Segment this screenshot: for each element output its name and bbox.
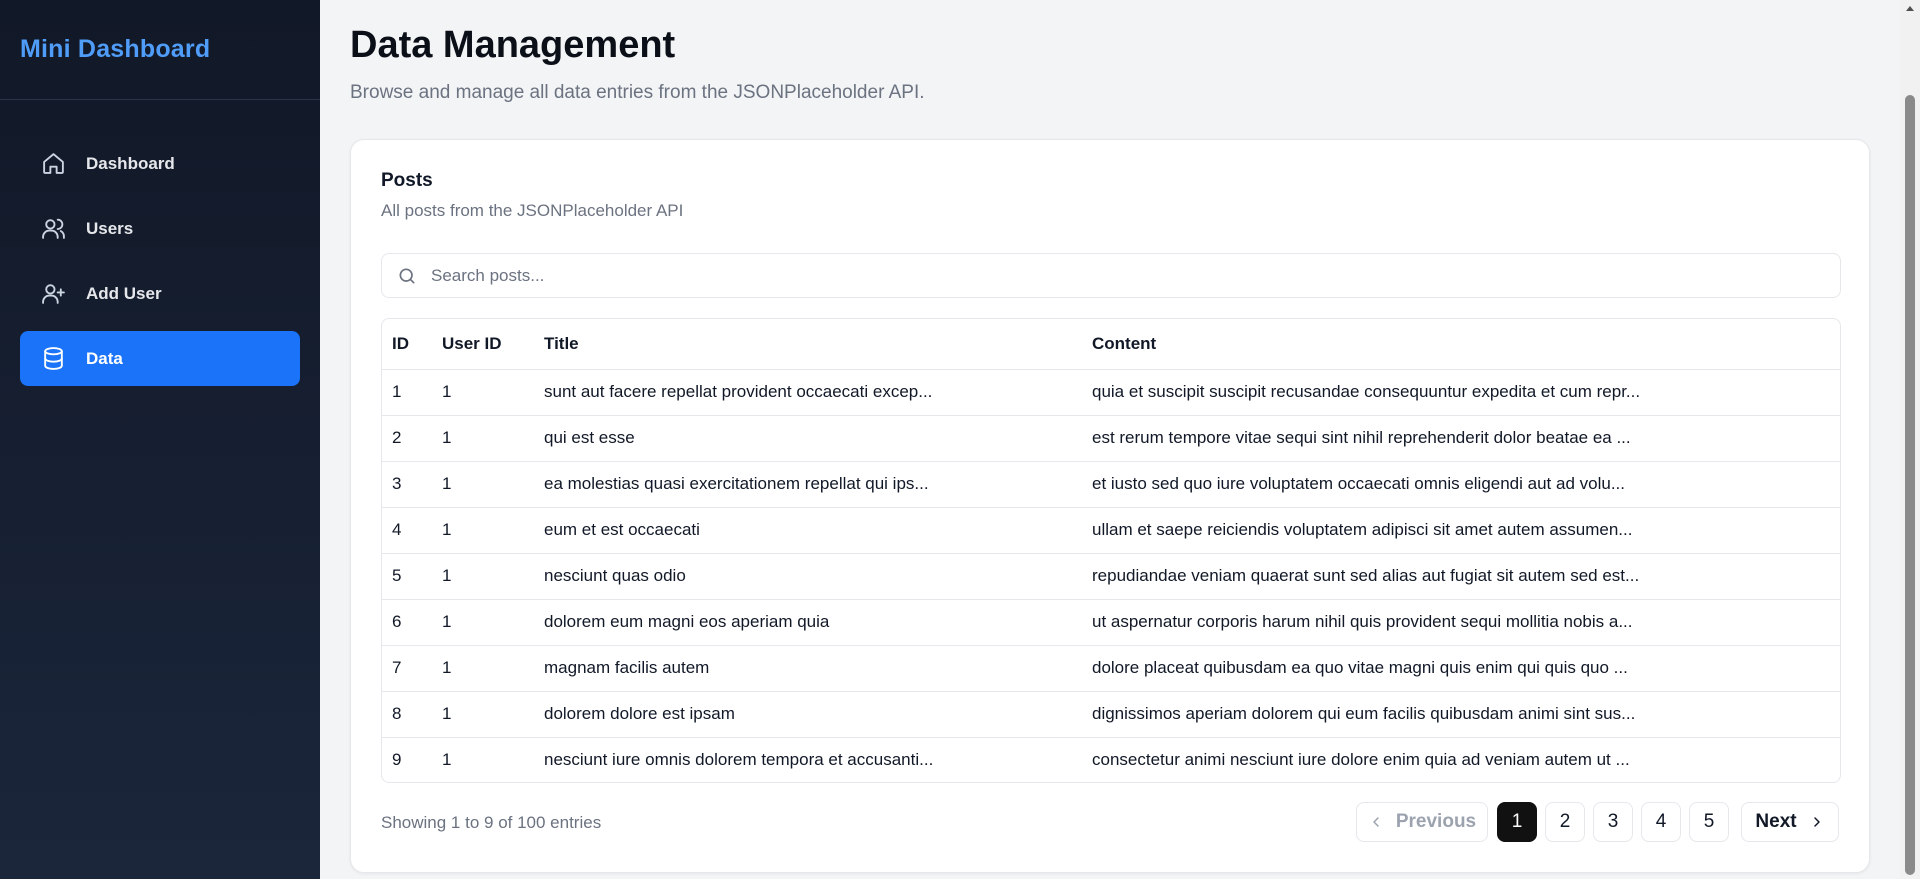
cell-id: 2: [382, 415, 432, 462]
posts-table-container: ID User ID Title Content 1 1 sunt aut face…: [381, 318, 1841, 783]
users-icon: [40, 216, 66, 242]
pagination: Previous 1 2 3 4 5 Next: [1356, 802, 1839, 842]
cell-user-id: 1: [432, 507, 534, 554]
scroll-up-arrow-icon[interactable]: [1906, 6, 1914, 11]
page-button-5[interactable]: 5: [1689, 802, 1729, 842]
next-label: Next: [1755, 811, 1797, 832]
cell-title: eum et est occaecati: [534, 507, 1082, 554]
cell-user-id: 1: [432, 415, 534, 462]
table-row[interactable]: 5 1 nesciunt quas odio repudiandae veniam q…: [382, 553, 1840, 600]
main-content: Data Management Browse and manage all da…: [320, 0, 1900, 879]
sidebar-item-label: Data: [86, 348, 123, 368]
cell-content: ut aspernatur corporis harum nihil quis …: [1082, 599, 1840, 646]
page-subtitle: Browse and manage all data entries from …: [350, 82, 925, 103]
sidebar-nav: Dashboard Users Add User Data: [0, 100, 320, 386]
table-row[interactable]: 4 1 eum et est occaecati ullam et saepe rei…: [382, 507, 1840, 554]
database-icon: [40, 346, 66, 372]
page-button-3[interactable]: 3: [1593, 802, 1633, 842]
cell-user-id: 1: [432, 369, 534, 416]
cell-content: consectetur animi nesciunt iure dolore e…: [1092, 750, 1630, 770]
cell-title: ea molestias quasi exercitationem repell…: [534, 461, 1082, 508]
page-title: Data Management: [350, 24, 676, 66]
cell-id: 8: [382, 691, 432, 738]
previous-label: Previous: [1395, 811, 1477, 832]
cell-id: 1: [382, 369, 432, 416]
cell-user-id: 1: [432, 553, 534, 600]
sidebar-item-data[interactable]: Data: [20, 331, 300, 386]
cell-id: 4: [382, 507, 432, 554]
chevron-right-icon: [1813, 817, 1820, 827]
sidebar-item-label: Users: [86, 218, 134, 238]
cell-id: 7: [382, 645, 432, 692]
table-header-row: ID User ID Title Content: [382, 319, 1840, 370]
sidebar-item-users[interactable]: Users: [20, 201, 300, 256]
sidebar-item-label: Add User: [86, 283, 162, 303]
search-icon: [397, 266, 417, 286]
column-header-id[interactable]: ID: [382, 319, 432, 370]
home-icon: [40, 151, 66, 177]
card-title: Posts: [381, 170, 433, 191]
cell-user-id: 1: [432, 691, 534, 738]
cell-title: qui est esse: [534, 415, 1082, 462]
page-button-2[interactable]: 2: [1545, 802, 1585, 842]
cell-content: dignissimos aperiam dolorem qui eum faci…: [1082, 691, 1840, 738]
column-header-content[interactable]: Content: [1082, 319, 1840, 370]
sidebar: Mini Dashboard Dashboard Users Add User …: [0, 0, 320, 879]
table-row[interactable]: 6 1 dolorem eum magni eos aperiam quia ut a…: [382, 599, 1840, 646]
brand: Mini Dashboard: [0, 0, 320, 100]
card-subtitle: All posts from the JSONPlaceholder API: [381, 201, 684, 220]
table-row[interactable]: 8 1 dolorem dolore est ipsam dignissimos ap…: [382, 691, 1840, 738]
next-page-button[interactable]: Next: [1741, 802, 1839, 842]
chevron-left-icon: [1373, 817, 1379, 827]
cell-title: dolorem dolore est ipsam: [534, 691, 1082, 738]
column-header-user-id[interactable]: User ID: [432, 319, 534, 370]
cell-id: 5: [382, 553, 432, 600]
cell-title: nesciunt iure omnis dolorem tempora et a…: [544, 750, 934, 770]
cell-title: nesciunt quas odio: [534, 553, 1082, 600]
sidebar-item-dashboard[interactable]: Dashboard: [20, 136, 300, 191]
table-row[interactable]: 1 1 sunt aut facere repellat provident occ…: [382, 369, 1840, 416]
posts-card: Posts All posts from the JSONPlaceholder…: [350, 139, 1870, 873]
search-box[interactable]: [381, 253, 1841, 298]
table-row[interactable]: 7 1 magnam facilis autem dolore placeat qui…: [382, 645, 1840, 692]
column-header-title[interactable]: Title: [534, 319, 1082, 370]
table-body: 1 1 sunt aut facere repellat provident occ…: [382, 369, 1840, 782]
cell-id: 6: [382, 599, 432, 646]
cell-content: repudiandae veniam quaerat sunt sed alia…: [1082, 553, 1840, 600]
entries-info: Showing 1 to 9 of 100 entries: [381, 813, 602, 832]
cell-title: magnam facilis autem: [534, 645, 1082, 692]
search-input[interactable]: [431, 265, 1811, 286]
page-button-1[interactable]: 1: [1497, 802, 1537, 842]
cell-user-id: 1: [432, 461, 534, 508]
cell-content: est rerum tempore vitae sequi sint nihil…: [1082, 415, 1840, 462]
table-row[interactable]: 9 1 nesciunt iure omnis dolorem tempora et…: [382, 737, 1840, 782]
cell-title: sunt aut facere repellat provident occae…: [534, 369, 1082, 416]
table-row[interactable]: 3 1 ea molestias quasi exercitationem repe…: [382, 461, 1840, 508]
cell-user-id: 1: [442, 750, 452, 770]
cell-content: dolore placeat quibusdam ea quo vitae ma…: [1082, 645, 1840, 692]
cell-id: 9: [392, 750, 402, 770]
cell-user-id: 1: [432, 599, 534, 646]
cell-id: 3: [382, 461, 432, 508]
scrollbar-thumb[interactable]: [1905, 95, 1915, 875]
previous-page-button[interactable]: Previous: [1356, 802, 1488, 842]
table-row[interactable]: 2 1 qui est esse est rerum tempore vitae se…: [382, 415, 1840, 462]
cell-user-id: 1: [432, 645, 534, 692]
sidebar-item-label: Dashboard: [86, 153, 175, 173]
cell-content: et iusto sed quo iure voluptatem occaeca…: [1082, 461, 1840, 508]
cell-content: ullam et saepe reiciendis voluptatem adi…: [1082, 507, 1840, 554]
sidebar-item-add-user[interactable]: Add User: [20, 266, 300, 321]
page-scrollbar[interactable]: [1900, 0, 1920, 879]
cell-content: quia et suscipit suscipit recusandae con…: [1082, 369, 1840, 416]
page-button-4[interactable]: 4: [1641, 802, 1681, 842]
cell-title: dolorem eum magni eos aperiam quia: [534, 599, 1082, 646]
user-plus-icon: [40, 281, 66, 307]
posts-table: ID User ID Title Content 1 1 sunt aut face…: [382, 319, 1840, 782]
brand-title[interactable]: Mini Dashboard: [20, 35, 210, 64]
